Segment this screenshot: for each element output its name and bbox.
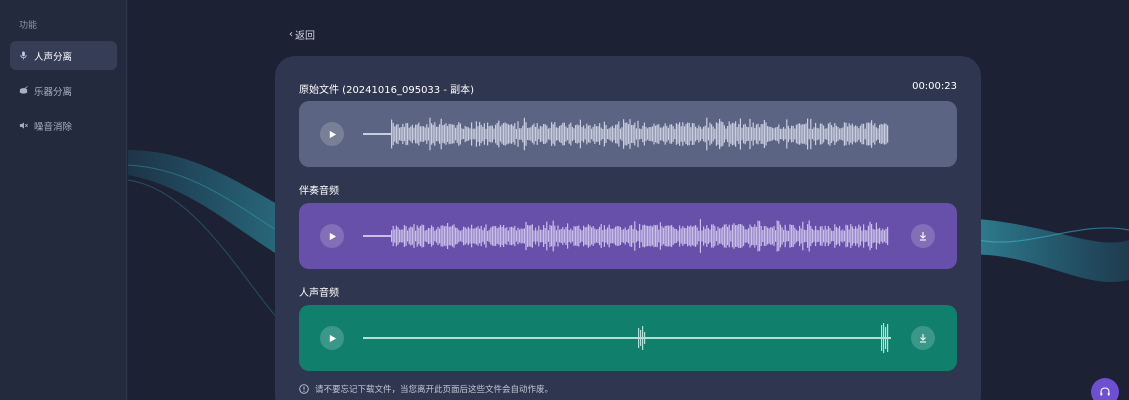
customer-support-button[interactable]	[1091, 378, 1119, 400]
back-button[interactable]: ‹ 返回	[289, 27, 315, 42]
accompaniment-audio-player	[299, 203, 957, 269]
accompaniment-waveform[interactable]	[363, 216, 891, 256]
original-play-button[interactable]	[320, 122, 344, 146]
drum-icon	[19, 86, 28, 95]
vocal-download-button[interactable]	[911, 326, 935, 350]
info-icon	[299, 384, 309, 394]
download-icon	[920, 232, 926, 241]
vocal-waveform[interactable]	[363, 318, 891, 358]
microphone-icon	[19, 51, 28, 60]
original-waveform[interactable]	[363, 114, 891, 154]
vocal-label: 人声音频	[299, 288, 339, 299]
play-icon	[329, 334, 336, 342]
original-audio-player	[299, 101, 957, 167]
play-icon	[329, 232, 336, 240]
back-label: 返回	[295, 31, 315, 42]
accompaniment-play-button[interactable]	[320, 224, 344, 248]
vocal-audio-player	[299, 305, 957, 371]
play-icon	[329, 130, 336, 138]
result-panel: 原始文件 (20241016_095033 - 副本) 00:00:23 伴奏音…	[275, 56, 981, 400]
sidebar-item-vocal-separation[interactable]: 人声分离	[10, 41, 117, 70]
chevron-left-icon: ‹	[289, 29, 293, 40]
file-title: 原始文件 (20241016_095033 - 副本)	[299, 85, 475, 96]
noise-icon	[19, 121, 28, 130]
accompaniment-download-button[interactable]	[911, 224, 935, 248]
main-area: ‹ 返回 原始文件 (20241016_095033 - 副本) 00:00:2…	[128, 0, 1129, 400]
accompaniment-label: 伴奏音频	[299, 186, 339, 197]
sidebar-item-label: 乐器分离	[34, 86, 73, 98]
sidebar-item-label: 人声分离	[34, 51, 73, 63]
vocal-play-button[interactable]	[320, 326, 344, 350]
headset-icon	[1100, 387, 1110, 396]
sidebar: 功能 人声分离 乐器分离 噪音消除	[0, 0, 127, 400]
sidebar-item-label: 噪音消除	[34, 121, 73, 133]
sidebar-item-instrument-separation[interactable]: 乐器分离	[10, 76, 117, 105]
file-duration: 00:00:23	[912, 81, 957, 92]
download-icon	[920, 334, 926, 343]
download-notice: 请不要忘记下载文件，当您离开此页面后这些文件会自动作废。	[299, 383, 553, 395]
download-notice-text: 请不要忘记下载文件，当您离开此页面后这些文件会自动作废。	[315, 385, 554, 395]
sidebar-title: 功能	[19, 21, 38, 31]
sidebar-item-noise-removal[interactable]: 噪音消除	[10, 111, 117, 140]
